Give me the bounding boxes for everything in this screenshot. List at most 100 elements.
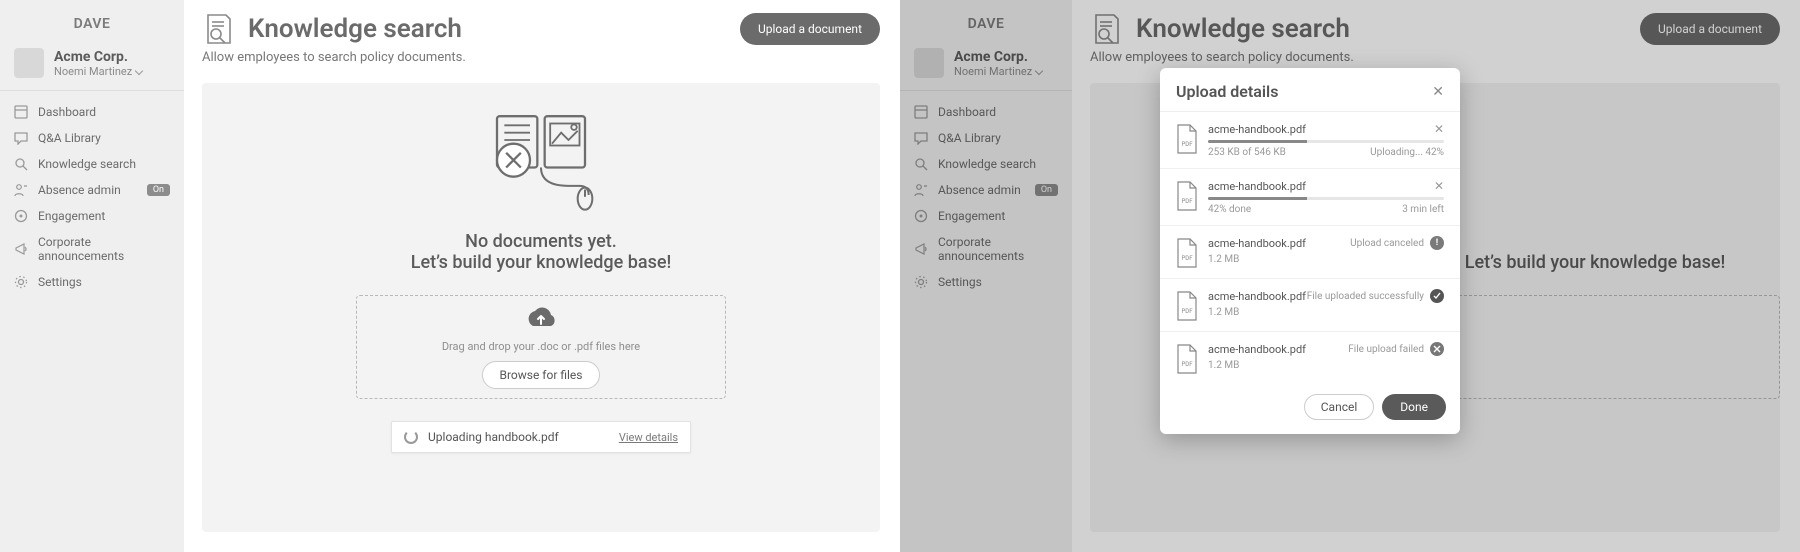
- screen-modal: DAVE Acme Corp. Noemi Martinez Dashboard…: [900, 0, 1800, 552]
- done-button[interactable]: Done: [1382, 394, 1446, 420]
- sidebar-item-label: Settings: [38, 275, 82, 289]
- svg-text:PDF: PDF: [1181, 255, 1193, 262]
- sidebar-badge: On: [147, 184, 170, 196]
- svg-text:PDF: PDF: [1181, 198, 1193, 205]
- view-details-link[interactable]: View details: [619, 431, 678, 444]
- sidebar-item-settings[interactable]: Settings: [900, 269, 1072, 295]
- knowledge-page-icon: [202, 12, 236, 46]
- modal-footer: Cancel Done: [1160, 384, 1460, 434]
- pdf-file-icon: PDF: [1176, 344, 1198, 374]
- org-user-menu[interactable]: Noemi Martinez: [954, 65, 1042, 78]
- search-icon: [14, 157, 28, 171]
- sidebar-item-absence[interactable]: Absence admin On: [0, 177, 184, 203]
- sidebar: DAVE Acme Corp. Noemi Martinez Dashboard…: [900, 0, 1072, 552]
- org-logo: [14, 48, 44, 78]
- org-user-name: Noemi Martinez: [954, 65, 1032, 78]
- sidebar-item-announce[interactable]: Corporate announcements: [0, 229, 184, 269]
- sidebar-item-label: Dashboard: [938, 105, 996, 119]
- pdf-file-icon: PDF: [1176, 124, 1198, 154]
- sidebar: DAVE Acme Corp. Noemi Martinez Dashboard…: [0, 0, 184, 552]
- success-status-icon: [1430, 289, 1444, 303]
- sidebar-item-label: Q&A Library: [938, 131, 1001, 145]
- svg-text:PDF: PDF: [1181, 308, 1193, 315]
- empty-state-subtitle: Let’s build your knowledge base!: [411, 252, 672, 273]
- file-status: File uploaded successfully: [1307, 291, 1424, 302]
- upload-cloud-icon: [523, 306, 559, 332]
- main: Knowledge search Upload a document Allow…: [184, 0, 900, 552]
- page-title: Knowledge search: [248, 14, 728, 44]
- empty-state-subtitle: Let’s build your knowledge base!: [1465, 252, 1726, 273]
- empty-canvas: No documents yet. Let’s build your knowl…: [202, 83, 880, 532]
- engagement-icon: [914, 209, 928, 223]
- announcement-icon: [14, 242, 28, 256]
- file-size: 253 KB of 546 KB: [1208, 147, 1286, 158]
- upload-row: PDF acme-handbook.pdf ✕ 42% done 3 min lef…: [1160, 169, 1460, 226]
- upload-document-button[interactable]: Upload a document: [740, 13, 880, 45]
- org-block: Acme Corp. Noemi Martinez: [900, 42, 1072, 91]
- sidebar-item-label: Engagement: [938, 209, 1005, 223]
- search-icon: [914, 157, 928, 171]
- sidebar-item-label: Absence admin: [38, 183, 121, 197]
- file-dropzone[interactable]: Drag and drop your .doc or .pdf files he…: [356, 295, 726, 399]
- upload-document-button[interactable]: Upload a document: [1640, 13, 1780, 45]
- qa-icon: [914, 131, 928, 145]
- upload-progress: [1208, 197, 1444, 200]
- sidebar-item-label: Knowledge search: [938, 157, 1036, 171]
- qa-icon: [14, 131, 28, 145]
- sidebar-item-label: Settings: [938, 275, 982, 289]
- cancel-button[interactable]: Cancel: [1304, 394, 1375, 420]
- upload-list: PDF acme-handbook.pdf✕ 253 KB of 546 KBU…: [1160, 112, 1460, 384]
- upload-details-modal: Upload details ✕ PDF acme-handbook.pdf ✕ …: [1160, 68, 1460, 434]
- pdf-file-icon: PDF: [1176, 181, 1198, 211]
- close-icon[interactable]: ✕: [1432, 84, 1444, 100]
- sidebar-item-knowledge[interactable]: Knowledge search: [900, 151, 1072, 177]
- file-name: acme-handbook.pdf: [1208, 180, 1428, 193]
- org-user-menu[interactable]: Noemi Martinez: [54, 65, 142, 78]
- cancel-upload-icon[interactable]: ✕: [1434, 179, 1444, 193]
- sidebar-item-dashboard[interactable]: Dashboard: [900, 99, 1072, 125]
- uploading-toast-text: Uploading handbook.pdf: [428, 430, 559, 444]
- knowledge-page-icon: [1090, 12, 1124, 46]
- file-progress-text: 42% done: [1208, 204, 1251, 215]
- sidebar-item-label: Dashboard: [38, 105, 96, 119]
- sidebar-item-qa[interactable]: Q&A Library: [900, 125, 1072, 151]
- sidebar-item-qa[interactable]: Q&A Library: [0, 125, 184, 151]
- org-block: Acme Corp. Noemi Martinez: [0, 42, 184, 91]
- settings-icon: [14, 275, 28, 289]
- sidebar-item-label: Corporate announcements: [938, 235, 1058, 263]
- pdf-file-icon: PDF: [1176, 238, 1198, 268]
- cancel-upload-icon[interactable]: ✕: [1434, 122, 1444, 136]
- upload-progress: [1208, 140, 1444, 143]
- upload-row: PDF acme-handbook.pdfFile uploaded succe…: [1160, 279, 1460, 332]
- file-name: acme-handbook.pdf: [1208, 237, 1350, 250]
- browse-files-button[interactable]: Browse for files: [482, 361, 599, 389]
- home-icon: [914, 105, 928, 119]
- error-status-icon: [1430, 342, 1444, 356]
- nav: Dashboard Q&A Library Knowledge search A…: [900, 99, 1072, 295]
- upload-row: PDF acme-handbook.pdfUpload canceled! 1.…: [1160, 226, 1460, 279]
- sidebar-item-settings[interactable]: Settings: [0, 269, 184, 295]
- spinner-icon: [404, 430, 418, 444]
- brand-title: DAVE: [0, 10, 184, 42]
- page-subtitle: Allow employees to search policy documen…: [1090, 50, 1780, 65]
- file-dropzone[interactable]: [1410, 295, 1780, 399]
- absence-icon: [914, 183, 928, 197]
- sidebar-item-engagement[interactable]: Engagement: [900, 203, 1072, 229]
- sidebar-item-absence[interactable]: Absence adminOn: [900, 177, 1072, 203]
- dropzone-text: Drag and drop your .doc or .pdf files he…: [442, 340, 640, 353]
- file-size: 1.2 MB: [1208, 254, 1444, 265]
- sidebar-badge: On: [1035, 184, 1058, 196]
- uploading-toast: Uploading handbook.pdf View details: [391, 421, 691, 453]
- file-status: File upload failed: [1348, 344, 1424, 355]
- file-size: 1.2 MB: [1208, 307, 1444, 318]
- modal-title: Upload details: [1176, 82, 1432, 101]
- sidebar-item-label: Corporate announcements: [38, 235, 170, 263]
- sidebar-item-label: Engagement: [38, 209, 105, 223]
- file-name: acme-handbook.pdf: [1208, 123, 1428, 136]
- page-subtitle: Allow employees to search policy documen…: [202, 50, 880, 65]
- file-status: 3 min left: [1402, 204, 1444, 215]
- sidebar-item-dashboard[interactable]: Dashboard: [0, 99, 184, 125]
- sidebar-item-engagement[interactable]: Engagement: [0, 203, 184, 229]
- sidebar-item-announce[interactable]: Corporate announcements: [900, 229, 1072, 269]
- sidebar-item-knowledge[interactable]: Knowledge search: [0, 151, 184, 177]
